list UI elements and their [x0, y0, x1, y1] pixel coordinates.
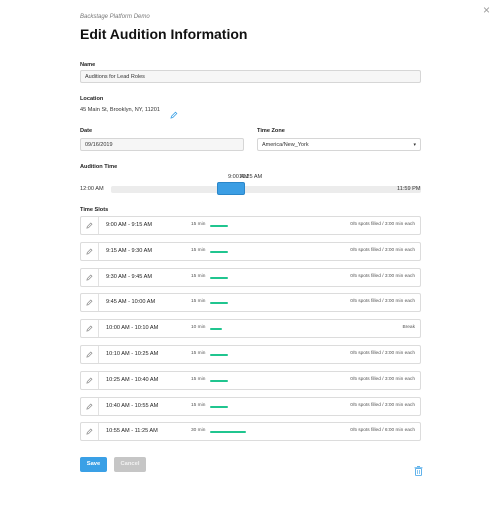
- slot-info: 0/5 spots filled / 3:00 min each: [350, 402, 415, 408]
- save-button[interactable]: Save: [80, 457, 107, 472]
- location-value: 45 Main St, Brooklyn, NY, 11201: [80, 107, 161, 113]
- app-subtitle: Backstage Platform Demo: [80, 14, 150, 20]
- slot-info: 0/5 spots filled / 3:00 min each: [350, 376, 415, 382]
- slot-duration: 15 min: [191, 376, 206, 382]
- slot-time: 9:45 AM - 10:00 AM: [106, 299, 156, 306]
- slot-info: 0/5 spots filled / 3:00 min each: [350, 351, 415, 356]
- edit-slot-icon[interactable]: [81, 242, 99, 260]
- slot-duration-bar: [210, 225, 228, 227]
- audition-time-range-handle[interactable]: [217, 182, 245, 195]
- time-slot-row[interactable]: 9:00 AM - 9:15 AM 15 min 0/5 spots filled …: [80, 216, 421, 235]
- audition-time-slider[interactable]: [111, 186, 421, 193]
- cancel-button[interactable]: Cancel: [114, 457, 146, 472]
- range-max-label: 11:59 PM: [397, 186, 421, 192]
- page-title: Edit Audition Information: [80, 26, 248, 42]
- slot-duration: 15 min: [191, 247, 206, 253]
- edit-slot-icon[interactable]: [81, 346, 99, 363]
- slot-duration-bar: [210, 328, 222, 331]
- time-slot-row[interactable]: 10:40 AM - 10:55 AM 15 min 0/5 spots fille…: [80, 396, 421, 416]
- timezone-select[interactable]: America/New_York ▾: [257, 138, 421, 151]
- slot-duration: 10 min: [191, 325, 206, 331]
- slot-duration-bar: [210, 379, 228, 382]
- slot-time: 9:30 AM - 9:45 AM: [106, 273, 153, 280]
- slot-info: 0/5 spots filled / 3:00 min each: [350, 299, 415, 305]
- date-label: Date: [80, 128, 93, 134]
- slot-time: 10:00 AM - 10:10 AM: [106, 325, 159, 332]
- time-slots-label: Time Slots: [80, 207, 109, 213]
- slot-duration: 15 min: [191, 402, 206, 408]
- timezone-label: Time Zone: [257, 128, 285, 134]
- slot-info: 0/5 spots filled / 3:00 min each: [350, 273, 415, 279]
- slot-duration: 30 min: [191, 428, 206, 434]
- slot-duration: 15 min: [191, 299, 206, 305]
- edit-slot-icon[interactable]: [81, 217, 99, 234]
- time-slot-row[interactable]: 10:25 AM - 10:40 AM 15 min 0/5 spots fille…: [80, 370, 421, 390]
- edit-slot-icon[interactable]: [81, 397, 99, 415]
- slot-info: 0/5 spots filled / 3:00 min each: [350, 247, 415, 253]
- audition-time-label: Audition Time: [80, 164, 118, 170]
- timezone-value: America/New_York: [262, 142, 309, 148]
- slot-info: 0/5 spots filled / 3:00 min each: [350, 222, 415, 227]
- edit-slot-icon[interactable]: [81, 423, 99, 441]
- range-end-label: 11:25 AM: [239, 174, 263, 180]
- edit-slot-icon[interactable]: [81, 320, 99, 338]
- slot-duration: 15 min: [191, 351, 206, 356]
- slot-duration-bar: [210, 302, 228, 305]
- slot-time: 9:15 AM - 9:30 AM: [106, 247, 153, 254]
- slot-duration-bar: [210, 431, 246, 434]
- time-slot-row[interactable]: 9:30 AM - 9:45 AM 15 min 0/5 spots filled …: [80, 267, 421, 287]
- edit-slot-icon[interactable]: [81, 268, 99, 286]
- name-field[interactable]: Auditions for Lead Roles: [80, 70, 421, 83]
- slot-time: 10:25 AM - 10:40 AM: [106, 376, 159, 383]
- slot-time: 10:40 AM - 10:55 AM: [106, 402, 159, 409]
- date-field[interactable]: 09/16/2019: [80, 138, 244, 151]
- slot-duration-bar: [210, 250, 228, 253]
- slot-duration: 15 min: [191, 273, 206, 279]
- chevron-down-icon: ▾: [413, 142, 416, 148]
- slot-time: 10:55 AM - 11:25 AM: [106, 428, 158, 435]
- slot-duration: 15 min: [191, 222, 206, 227]
- time-slot-row[interactable]: 10:55 AM - 11:25 AM 30 min 0/5 spots fille…: [80, 422, 421, 442]
- trash-icon[interactable]: [414, 463, 423, 476]
- name-label: Name: [80, 62, 96, 68]
- slot-duration-bar: [210, 276, 228, 279]
- slot-duration-bar: [210, 354, 228, 356]
- edit-slot-icon[interactable]: [81, 371, 99, 389]
- edit-slot-icon[interactable]: [81, 294, 99, 312]
- edit-location-icon[interactable]: [170, 106, 178, 119]
- slot-info: 0/5 spots filled / 6:00 min each: [350, 428, 415, 434]
- close-icon[interactable]: ×: [483, 3, 490, 17]
- range-min-label: 12:00 AM: [80, 186, 104, 192]
- location-label: Location: [80, 96, 104, 102]
- time-slot-row[interactable]: 9:15 AM - 9:30 AM 15 min 0/5 spots filled …: [80, 241, 421, 261]
- time-slot-row[interactable]: 10:00 AM - 10:10 AM 10 min Break: [80, 319, 421, 339]
- slot-time: 9:00 AM - 9:15 AM: [106, 222, 153, 228]
- slot-time: 10:10 AM - 10:25 AM: [106, 351, 159, 357]
- time-slot-row[interactable]: 9:45 AM - 10:00 AM 15 min 0/5 spots filled…: [80, 293, 421, 313]
- time-slot-row[interactable]: 10:10 AM - 10:25 AM 15 min 0/5 spots fille…: [80, 345, 421, 364]
- slot-duration-bar: [210, 405, 228, 408]
- slot-info: Break: [402, 325, 415, 331]
